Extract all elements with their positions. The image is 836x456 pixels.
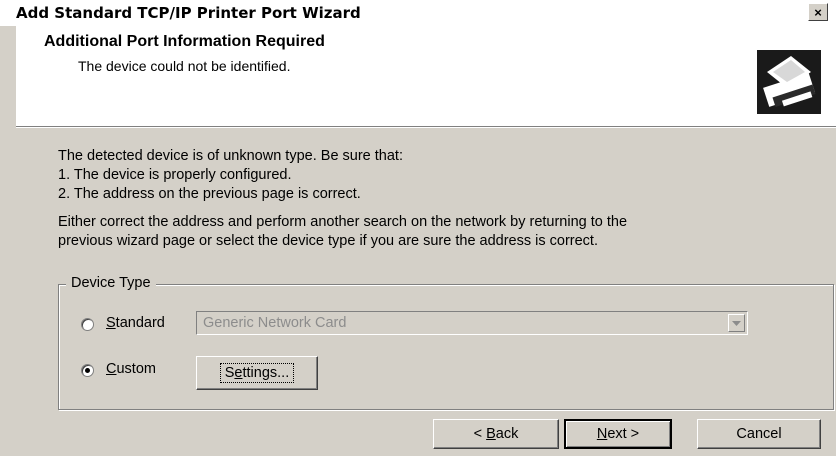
device-type-label: Device Type xyxy=(66,275,156,291)
custom-radio-label[interactable]: Custom xyxy=(106,361,156,377)
device-type-select[interactable]: Generic Network Card xyxy=(196,311,748,335)
custom-radio[interactable] xyxy=(81,364,94,377)
close-button[interactable]: × xyxy=(808,3,828,21)
cancel-button[interactable]: Cancel xyxy=(697,419,821,449)
close-icon: × xyxy=(814,4,822,20)
standard-radio-label[interactable]: Standard xyxy=(106,315,165,331)
custom-mnemonic: C xyxy=(106,361,117,377)
title-bar[interactable]: Add Standard TCP/IP Printer Port Wizard … xyxy=(0,0,836,26)
settings-button[interactable]: Settings... xyxy=(196,356,318,390)
instruction-line-1: Either correct the address and perform a… xyxy=(58,214,628,230)
device-type-group xyxy=(58,284,834,410)
wizard-window: Add Standard TCP/IP Printer Port Wizard … xyxy=(0,0,836,456)
chevron-down-icon xyxy=(732,320,741,326)
printer-port-icon xyxy=(757,50,821,114)
custom-label-rest: ustom xyxy=(116,361,156,377)
settings-button-label: Settings... xyxy=(219,363,295,383)
info-line-2: 1. The device is properly configured. xyxy=(58,167,292,183)
header-title: Additional Port Information Required xyxy=(44,33,325,50)
back-button-label: < Back xyxy=(473,426,519,442)
next-button[interactable]: Next > xyxy=(564,419,672,449)
info-line-1: The detected device is of unknown type. … xyxy=(58,148,403,164)
cancel-button-label: Cancel xyxy=(736,426,782,442)
window-title: Add Standard TCP/IP Printer Port Wizard xyxy=(16,4,361,22)
standard-mnemonic: S xyxy=(106,315,116,331)
next-button-label: Next > xyxy=(596,426,640,442)
standard-label-rest: tandard xyxy=(115,315,165,331)
standard-radio[interactable] xyxy=(81,318,94,331)
header-subtitle: The device could not be identified. xyxy=(78,58,291,74)
back-button[interactable]: < Back xyxy=(433,419,559,449)
device-type-select-value: Generic Network Card xyxy=(203,315,347,331)
dropdown-arrow-button[interactable] xyxy=(728,314,745,332)
radio-selected-dot xyxy=(85,368,90,373)
info-line-3: 2. The address on the previous page is c… xyxy=(58,186,361,202)
instruction-line-2: previous wizard page or select the devic… xyxy=(58,233,598,249)
